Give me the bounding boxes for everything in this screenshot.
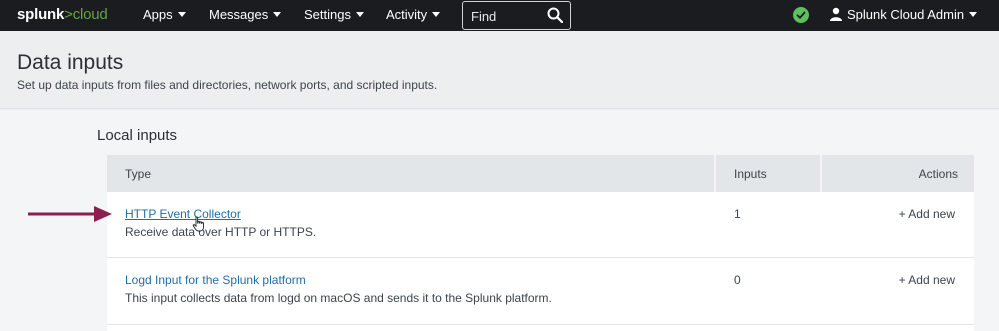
chevron-down-icon: [355, 12, 364, 18]
inputs-count: 1: [734, 207, 741, 221]
input-type-link[interactable]: HTTP Event Collector: [125, 207, 241, 221]
chevron-down-icon: [273, 12, 282, 18]
splunk-cloud-logo[interactable]: splunk>cloud: [17, 6, 108, 23]
nav-settings-menu[interactable]: Settings: [304, 7, 364, 22]
page-header: Data inputs Set up data inputs from file…: [0, 31, 999, 109]
table-row: Logd Input for the Splunk platform This …: [107, 259, 974, 325]
main-content: Local inputs Type Inputs Actions HTTP Ev…: [0, 110, 999, 331]
column-divider: [820, 155, 822, 192]
top-nav-bar: splunk>cloud Apps Messages Settings Acti…: [0, 0, 999, 31]
input-type-description: Receive data over HTTP or HTTPS.: [125, 225, 317, 239]
nav-apps-menu[interactable]: Apps: [143, 7, 186, 22]
inputs-count: 0: [734, 273, 741, 287]
find-input[interactable]: [471, 7, 541, 25]
logo-main: splunk: [17, 6, 65, 23]
local-inputs-table: Type Inputs Actions HTTP Event Collector…: [107, 155, 974, 331]
nav-apps-label: Apps: [143, 7, 173, 22]
input-type-description: This input collects data from logd on ma…: [125, 291, 552, 305]
checkmark-icon: [796, 11, 806, 19]
page-title: Data inputs: [17, 51, 124, 74]
user-icon: [830, 7, 842, 21]
add-new-link[interactable]: + Add new: [899, 273, 955, 287]
column-header-inputs[interactable]: Inputs: [734, 167, 767, 181]
nav-messages-menu[interactable]: Messages: [209, 7, 282, 22]
hand-cursor-icon: [192, 216, 204, 232]
health-status-icon[interactable]: [793, 7, 809, 23]
nav-activity-menu[interactable]: Activity: [386, 7, 441, 22]
nav-activity-label: Activity: [386, 7, 428, 22]
chevron-down-icon: [969, 12, 978, 18]
search-icon[interactable]: [547, 7, 563, 23]
logo-separator: >: [64, 6, 73, 23]
logo-sub: cloud: [72, 6, 108, 23]
table-header: Type Inputs Actions: [107, 155, 974, 192]
table-row: HTTP Event Collector Receive data over H…: [107, 192, 974, 258]
chevron-down-icon: [177, 12, 186, 18]
annotation-arrow-icon: [28, 206, 112, 222]
column-divider: [714, 155, 716, 192]
nav-settings-label: Settings: [304, 7, 351, 22]
section-title-local-inputs: Local inputs: [97, 127, 178, 144]
user-name-label: Splunk Cloud Admin: [847, 7, 965, 22]
user-menu[interactable]: Splunk Cloud Admin: [829, 7, 978, 22]
page-subtitle: Set up data inputs from files and direct…: [17, 78, 438, 92]
column-header-actions: Actions: [918, 167, 958, 181]
chevron-down-icon: [432, 12, 441, 18]
nav-messages-label: Messages: [209, 7, 269, 22]
find-search-box: [462, 1, 571, 30]
add-new-link[interactable]: + Add new: [899, 207, 955, 221]
input-type-link[interactable]: Logd Input for the Splunk platform: [125, 273, 306, 287]
column-header-type[interactable]: Type: [125, 167, 151, 181]
